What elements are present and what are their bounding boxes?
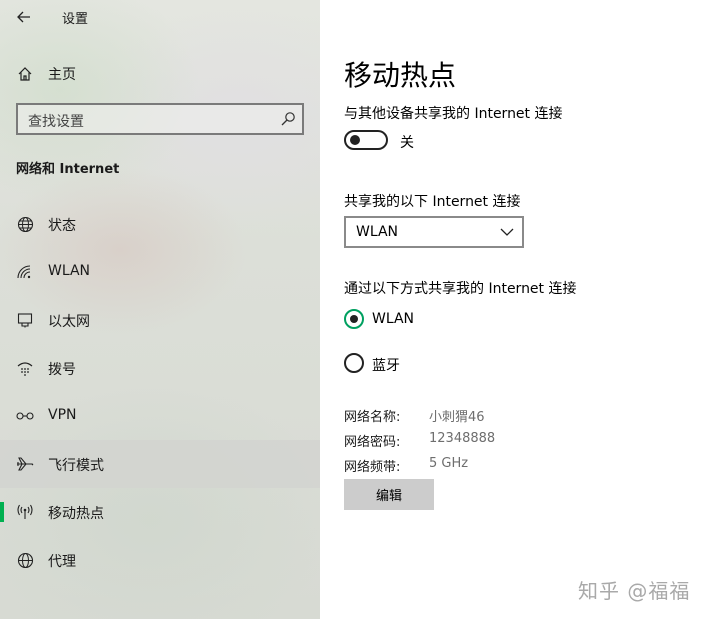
search-icon[interactable] xyxy=(280,111,296,127)
section-title: 网络和 Internet xyxy=(16,162,120,177)
sidebar-item-home[interactable]: 主页 xyxy=(0,58,320,90)
network-band-value: 5 GHz xyxy=(429,456,469,471)
search-placeholder: 查找设置 xyxy=(28,114,84,130)
sidebar-item-label: 拨号 xyxy=(48,362,76,378)
chevron-down-icon xyxy=(500,228,514,236)
globe-icon xyxy=(16,551,34,569)
edit-button[interactable]: 编辑 xyxy=(344,479,434,510)
sidebar-item-label: 以太网 xyxy=(48,314,90,330)
sidebar: 设置 主页 查找设置 网络和 Internet 状态 WLAN 以太网 拨号 V… xyxy=(0,0,320,619)
hotspot-toggle[interactable] xyxy=(344,130,388,150)
sidebar-item-label: 移动热点 xyxy=(48,506,104,522)
network-name-value: 小刺猬46 xyxy=(429,410,485,425)
via-label: 通过以下方式共享我的 Internet 连接 xyxy=(344,281,577,297)
wifi-icon xyxy=(16,263,34,281)
network-band-key: 网络频带: xyxy=(344,460,401,475)
sidebar-item-wlan[interactable]: WLAN xyxy=(0,248,320,296)
sidebar-item-label: 状态 xyxy=(48,218,76,234)
share-label: 与其他设备共享我的 Internet 连接 xyxy=(344,106,563,122)
active-indicator xyxy=(0,502,4,522)
sidebar-item-dialup[interactable]: 拨号 xyxy=(0,344,320,392)
toggle-state-label: 关 xyxy=(400,135,414,151)
sidebar-item-label: 飞行模式 xyxy=(48,458,104,474)
network-name-key: 网络名称: xyxy=(344,410,401,425)
home-label: 主页 xyxy=(48,67,76,83)
radio-bluetooth[interactable] xyxy=(344,353,364,373)
select-value: WLAN xyxy=(356,224,399,240)
sidebar-item-vpn[interactable]: VPN xyxy=(0,392,320,440)
home-icon xyxy=(16,65,34,83)
network-password-value: 12348888 xyxy=(429,431,496,446)
search-input[interactable]: 查找设置 xyxy=(16,103,304,135)
sidebar-item-status[interactable]: 状态 xyxy=(0,200,320,248)
connection-select[interactable]: WLAN xyxy=(344,216,524,248)
sidebar-item-label: WLAN xyxy=(48,263,91,279)
watermark: 知乎 @福福 xyxy=(578,579,691,603)
main-panel: 移动热点 与其他设备共享我的 Internet 连接 关 共享我的以下 Inte… xyxy=(320,0,712,619)
back-button[interactable] xyxy=(10,4,38,30)
sidebar-item-hotspot[interactable]: 移动热点 xyxy=(0,488,320,536)
network-password-key: 网络密码: xyxy=(344,435,401,450)
title-bar: 设置 xyxy=(0,0,320,34)
globe-status-icon xyxy=(16,215,34,233)
radio-wlan[interactable] xyxy=(344,309,364,329)
radio-bluetooth-label: 蓝牙 xyxy=(372,358,400,374)
page-title: 移动热点 xyxy=(344,59,457,92)
hotspot-icon xyxy=(16,503,34,521)
sidebar-item-ethernet[interactable]: 以太网 xyxy=(0,296,320,344)
back-arrow-icon xyxy=(17,11,30,23)
sidebar-item-label: 代理 xyxy=(48,554,76,570)
sidebar-item-proxy[interactable]: 代理 xyxy=(0,536,320,584)
radio-wlan-label: WLAN xyxy=(372,311,415,327)
dialup-icon xyxy=(16,359,34,377)
ethernet-icon xyxy=(16,311,34,329)
sidebar-item-airplane[interactable]: 飞行模式 xyxy=(0,440,320,488)
airplane-icon xyxy=(16,455,34,473)
toggle-knob xyxy=(350,135,360,145)
app-title: 设置 xyxy=(62,12,89,27)
vpn-icon xyxy=(16,407,34,425)
source-label: 共享我的以下 Internet 连接 xyxy=(344,194,521,210)
sidebar-item-label: VPN xyxy=(48,407,77,423)
